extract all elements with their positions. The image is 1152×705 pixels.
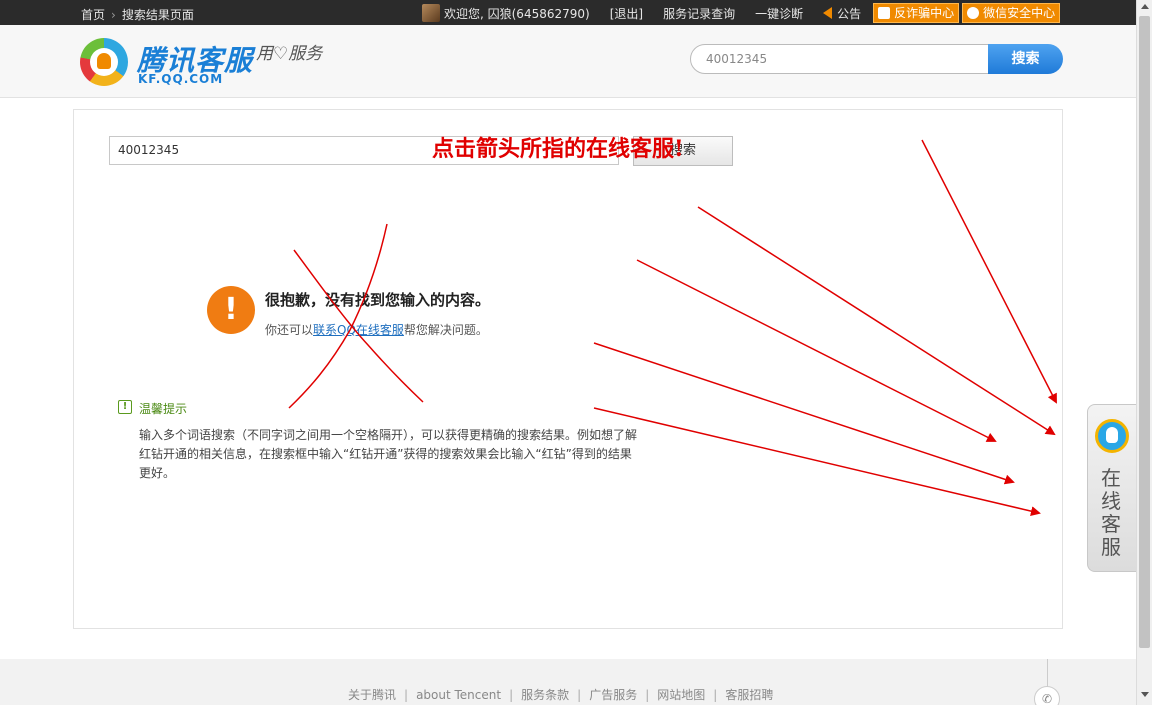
no-results-title: 很抱歉，没有找到您输入的内容。: [265, 291, 491, 309]
slogan: 用♡服务: [256, 44, 323, 64]
scroll-up-icon[interactable]: [1141, 4, 1149, 9]
scroll-down-icon[interactable]: [1141, 692, 1149, 697]
results-panel: [73, 109, 1063, 629]
breadcrumb-chevron-icon: ›: [111, 8, 116, 22]
online-service-tab[interactable]: 在线客服: [1087, 404, 1136, 572]
footer-link-sitemap[interactable]: 网站地图: [657, 688, 705, 702]
qq-logo-icon[interactable]: [80, 38, 128, 86]
footer-link-terms[interactable]: 服务条款: [521, 688, 569, 702]
service-records-link[interactable]: 服务记录查询: [663, 5, 735, 22]
header-search: 40012345 搜索: [690, 44, 1063, 74]
tips-body: 输入多个词语搜索（不同字词之间用一个空格隔开），可以获得更精确的搜索结果。例如想…: [139, 428, 638, 480]
diagnose-link[interactable]: 一键诊断: [755, 5, 803, 22]
anti-fraud-button[interactable]: 反诈骗中心: [873, 3, 960, 23]
breadcrumb: 首页 › 搜索结果页面: [81, 6, 194, 23]
online-service-label: 在线客服: [1101, 466, 1121, 559]
footer-link-jobs[interactable]: 客服招聘: [725, 688, 773, 702]
contact-online-service-link[interactable]: 联系QQ在线客服: [313, 323, 404, 337]
footer-link-about-en[interactable]: about Tencent: [416, 688, 501, 702]
footer: 关于腾讯 | about Tencent | 服务条款 | 广告服务 | 网站地图 | 客服招聘: [0, 659, 1136, 705]
scroll-thumb[interactable]: [1139, 16, 1150, 648]
tips-title: 温馨提示: [139, 402, 188, 416]
anti-fraud-label: 反诈骗中心: [894, 6, 955, 20]
exclamation-icon: !: [207, 286, 255, 334]
no-results-text: 你还可以联系QQ在线客服帮您解决问题。: [265, 321, 488, 338]
wechat-security-button[interactable]: 微信安全中心: [962, 3, 1061, 23]
top-bar: 首页 › 搜索结果页面 欢迎您, 囚狼(645862790) [退出] 服务记录查询…: [0, 0, 1136, 25]
logo-url: KF.QQ.COM: [138, 72, 224, 86]
header-search-button[interactable]: 搜索: [988, 44, 1063, 74]
footer-link-about[interactable]: 关于腾讯: [348, 688, 396, 702]
tips-icon: !: [118, 400, 132, 414]
footer-links: 关于腾讯 | about Tencent | 服务条款 | 广告服务 | 网站地图 | 客服招聘: [348, 688, 774, 702]
wechat-security-label: 微信安全中心: [983, 6, 1056, 20]
scrollbar[interactable]: [1136, 0, 1152, 705]
shield-icon: [878, 7, 891, 19]
wechat-icon: [967, 7, 980, 19]
avatar: [422, 4, 440, 22]
welcome-text: 欢迎您, 囚狼(645862790): [444, 6, 590, 21]
logout-link[interactable]: [退出]: [610, 5, 643, 22]
breadcrumb-home-link[interactable]: 首页: [81, 8, 105, 22]
user-menu: 欢迎您, 囚狼(645862790) [退出] 服务记录查询 一键诊断 公告 反…: [422, 3, 1063, 23]
site-header: 腾讯客服 KF.QQ.COM 用♡服务 40012345 搜索: [0, 25, 1136, 98]
header-search-input[interactable]: 40012345: [690, 44, 990, 74]
phone-icon[interactable]: ✆: [1034, 686, 1060, 705]
no-results-suffix: 帮您解决问题。: [403, 323, 488, 337]
notice-link[interactable]: 公告: [823, 5, 861, 22]
no-results-prefix: 你还可以: [265, 323, 314, 337]
notice-label: 公告: [837, 6, 862, 21]
instruction-annotation: 点击箭头所指的在线客服!: [432, 136, 684, 162]
footer-link-ads[interactable]: 广告服务: [589, 688, 637, 702]
qq-service-icon: [1095, 419, 1129, 453]
breadcrumb-current: 搜索结果页面: [121, 8, 194, 22]
speaker-icon: [823, 7, 833, 19]
